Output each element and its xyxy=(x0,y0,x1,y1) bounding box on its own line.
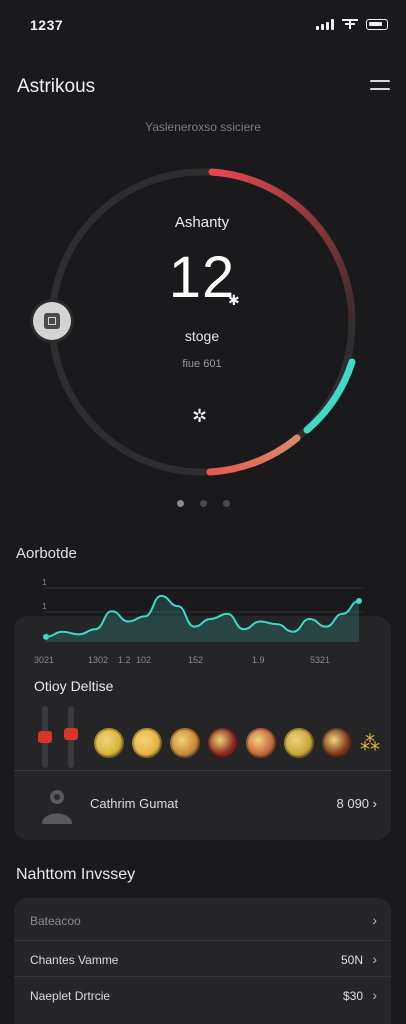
food-icon[interactable] xyxy=(94,728,124,758)
divider xyxy=(14,770,391,771)
list-row-chantes[interactable]: Chantes Vamme 50N › xyxy=(14,940,391,979)
chart-tick-label: 152 xyxy=(188,655,203,665)
chart-tick-label: 1.2 xyxy=(118,655,131,665)
ring-value: 12 xyxy=(168,245,236,310)
list-row-value: 50N xyxy=(340,953,363,967)
food-icon[interactable] xyxy=(208,728,238,758)
chart-y-mark: 1 xyxy=(42,578,47,587)
profile-name: Cathrim Gumat xyxy=(90,796,179,811)
menu-button[interactable] xyxy=(370,80,390,94)
slider-left[interactable] xyxy=(38,706,52,768)
signal-icon xyxy=(316,18,334,30)
square-icon xyxy=(44,313,60,329)
ring-unit: stoge xyxy=(184,328,220,344)
chart-tick-label: 5321 xyxy=(310,655,330,665)
chart-point xyxy=(43,633,49,640)
food-icon[interactable] xyxy=(322,728,352,758)
pager-dot[interactable] xyxy=(222,500,230,507)
section-title: Nahttom Invssey xyxy=(16,866,136,883)
food-icon[interactable] xyxy=(170,728,200,758)
list-row-label: Bateacoo xyxy=(30,914,81,928)
chart-tick-label: 1302 xyxy=(88,655,108,665)
chart-title: Aorbotde xyxy=(16,545,77,562)
ring-caption: fiue 601 xyxy=(182,358,222,370)
slider-thumb[interactable] xyxy=(64,728,78,740)
star-icon: ✱ xyxy=(228,292,240,308)
chart-tick-label: 102 xyxy=(136,655,151,665)
app-screen: 1237 Astrikous Yasleneroxso ssiciere Ash… xyxy=(0,0,406,1024)
fries-icon[interactable]: ⁂ xyxy=(360,731,380,756)
settings-card: Bateacoo › Chantes Vamme 50N › Naeplet D… xyxy=(14,898,391,1024)
status-bar: 1237 xyxy=(0,0,406,48)
list-row-value: $30 xyxy=(342,989,363,1003)
ring-svg xyxy=(48,168,356,476)
profile-value: 8 090 › xyxy=(336,796,378,811)
app-title: Astrikous xyxy=(17,76,96,97)
slider-group xyxy=(38,706,82,768)
bolt-icon: ✲ xyxy=(192,406,208,426)
food-row: ⁂ xyxy=(94,728,380,758)
chart-tick-label: 1.9 xyxy=(252,655,265,665)
chevron-right-icon: › xyxy=(372,987,377,1003)
list-row-label: Chantes Vamme xyxy=(30,953,119,967)
pager-dot[interactable] xyxy=(199,500,207,507)
ring-arc-salmon xyxy=(206,434,301,476)
pager-dot[interactable] xyxy=(176,500,184,507)
chevron-right-icon: › xyxy=(372,912,377,928)
list-row-bateacoo[interactable]: Bateacoo › xyxy=(14,902,391,940)
profile-row[interactable]: Cathrim Gumat 8 090 › xyxy=(14,772,391,838)
avatar-icon xyxy=(42,790,72,824)
activity-chart: 1 1 3021 1302 1.2 102 152 1.9 5321 xyxy=(34,578,363,665)
slider-thumb[interactable] xyxy=(38,731,52,743)
list-row-label: Naeplet Drtrcie xyxy=(30,989,111,1003)
progress-ring: Ashanty 12 ✱ stoge fiue 601 ✲ xyxy=(42,162,362,482)
chart-y-mark: 1 xyxy=(42,602,47,611)
food-icon[interactable] xyxy=(132,728,162,758)
list-row-naeplet[interactable]: Naeplet Drtrcie $30 › xyxy=(14,976,391,1015)
ring-knob-button[interactable] xyxy=(33,302,71,340)
pager-dots xyxy=(0,500,406,507)
food-icon[interactable] xyxy=(284,728,314,758)
chevron-right-icon: › xyxy=(372,951,377,967)
ring-label: Ashanty xyxy=(174,214,230,231)
ring-subtitle: Yasleneroxso ssiciere xyxy=(145,120,261,134)
daily-title: Otioy Deltise xyxy=(34,678,114,694)
chart-point xyxy=(356,598,362,605)
status-time: 1237 xyxy=(30,17,64,33)
slider-right[interactable] xyxy=(64,706,78,768)
battery-icon xyxy=(366,18,388,30)
chart-tick-label: 3021 xyxy=(34,655,54,665)
food-icon[interactable] xyxy=(246,728,276,758)
status-icons xyxy=(316,18,388,30)
wifi-icon xyxy=(342,19,358,29)
